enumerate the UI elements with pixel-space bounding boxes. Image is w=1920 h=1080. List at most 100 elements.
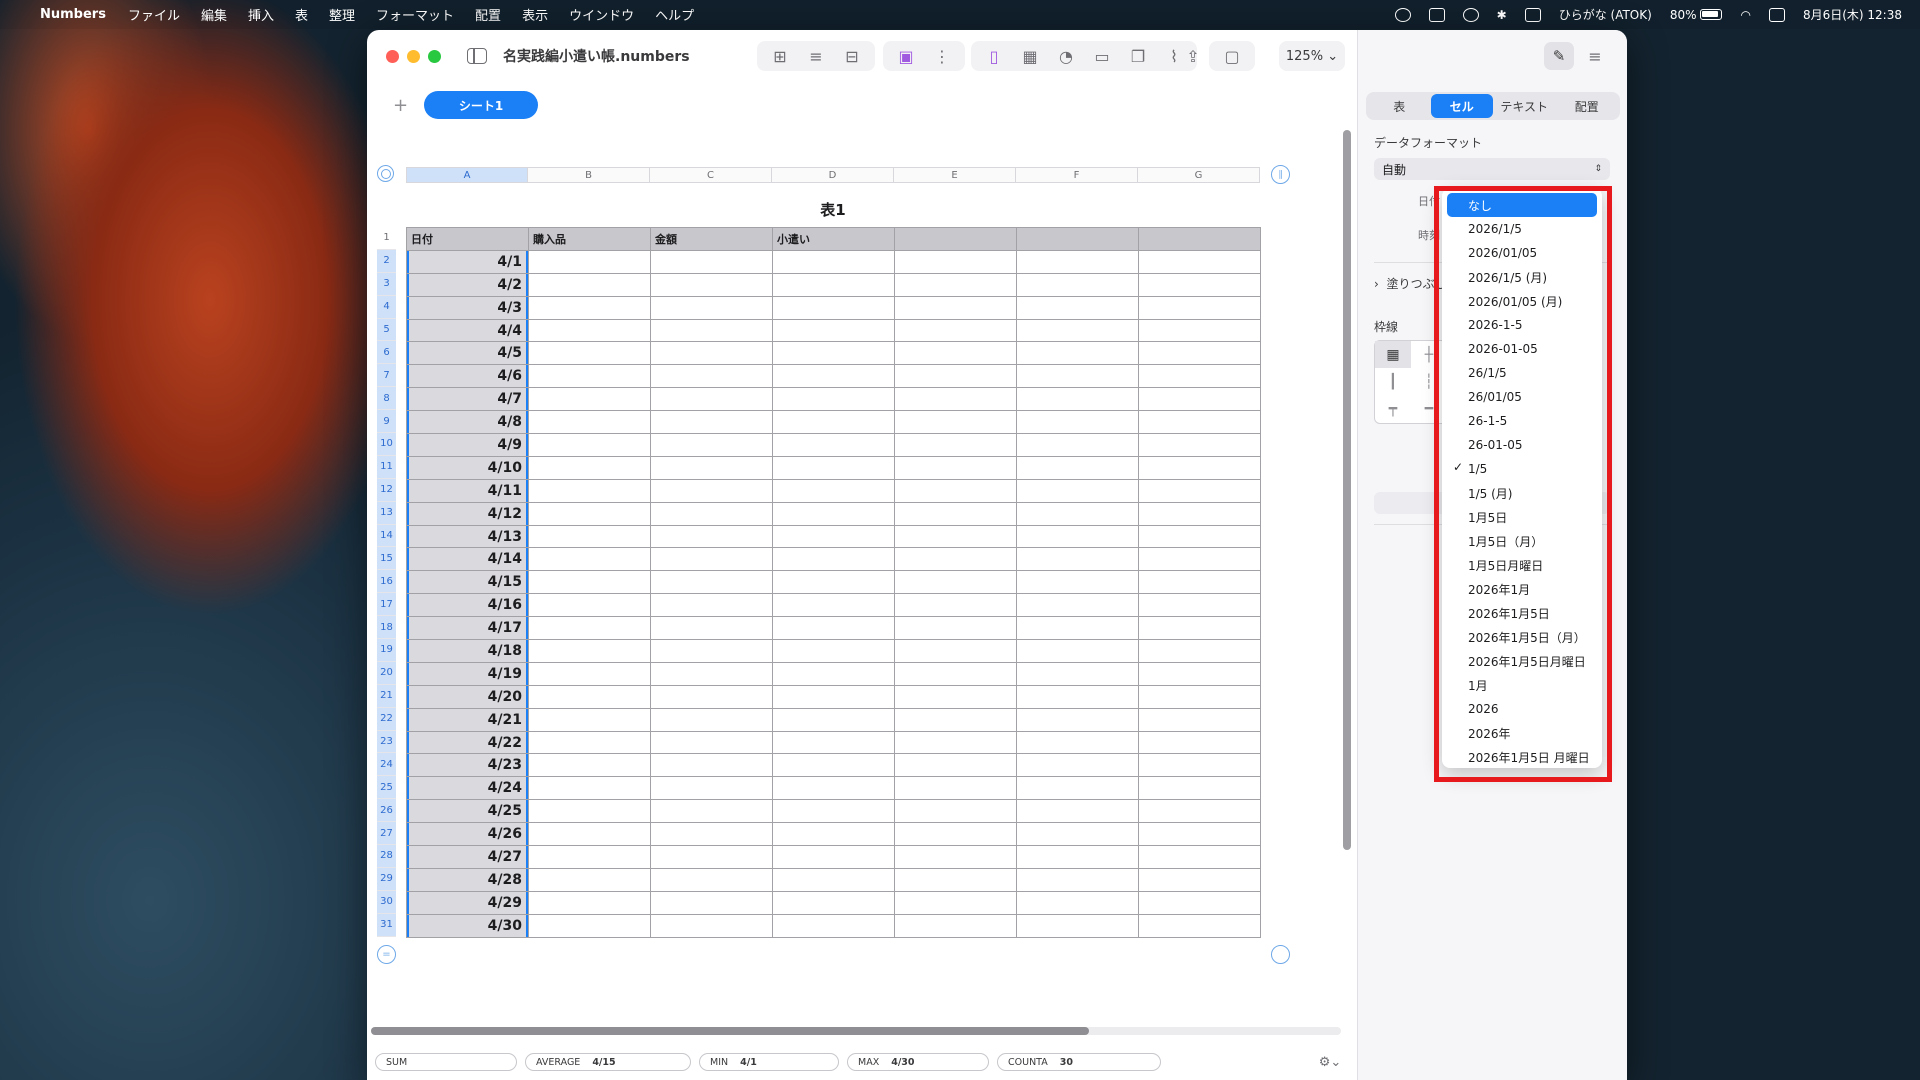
table-cell[interactable] xyxy=(772,890,895,915)
add-column-handle-icon[interactable]: ∥ xyxy=(1271,165,1290,184)
date-cell[interactable]: 4/19 xyxy=(406,661,529,686)
table-cell[interactable] xyxy=(894,547,1017,572)
date-cell[interactable]: 4/28 xyxy=(406,867,529,892)
table-cell[interactable] xyxy=(1138,364,1261,389)
table-cell[interactable] xyxy=(894,684,1017,709)
table-cell[interactable] xyxy=(528,501,651,526)
row-header[interactable]: 20 xyxy=(377,661,396,685)
table-cell[interactable] xyxy=(528,730,651,755)
row-header[interactable]: 12 xyxy=(377,478,396,502)
table-cell[interactable] xyxy=(1016,684,1139,709)
time-machine-icon[interactable] xyxy=(1462,7,1479,22)
table-cell[interactable] xyxy=(772,410,895,435)
row-header[interactable]: 22 xyxy=(377,707,396,731)
row-header[interactable]: 13 xyxy=(377,501,396,525)
table-cell[interactable] xyxy=(528,272,651,297)
table-cell[interactable] xyxy=(894,318,1017,343)
date-cell[interactable]: 4/12 xyxy=(406,501,529,526)
header-cell[interactable] xyxy=(1016,227,1139,251)
row-header[interactable]: 14 xyxy=(377,524,396,548)
table-cell[interactable] xyxy=(528,799,651,824)
table-cell[interactable] xyxy=(894,433,1017,457)
table-cell[interactable] xyxy=(650,318,773,343)
table-cell[interactable] xyxy=(528,753,651,778)
table-icon[interactable]: ▦ xyxy=(1015,44,1045,68)
date-cell[interactable]: 4/1 xyxy=(406,249,529,274)
table-cell[interactable] xyxy=(650,364,773,389)
row-header[interactable]: 19 xyxy=(377,639,396,662)
date-cell[interactable]: 4/25 xyxy=(406,799,529,824)
input-method-icon[interactable] xyxy=(1524,7,1541,22)
table-cell[interactable] xyxy=(528,639,651,663)
table-cell[interactable] xyxy=(894,913,1017,938)
close-button[interactable] xyxy=(386,49,399,63)
row-header[interactable]: 30 xyxy=(377,890,396,914)
table-cell[interactable] xyxy=(894,639,1017,663)
tab-text[interactable]: テキスト xyxy=(1493,94,1556,118)
table-cell[interactable] xyxy=(772,661,895,686)
date-cell[interactable]: 4/24 xyxy=(406,776,529,801)
table-cell[interactable] xyxy=(1138,707,1261,732)
column-header-e[interactable]: E xyxy=(894,167,1016,183)
row-header[interactable]: 24 xyxy=(377,753,396,777)
table-cell[interactable] xyxy=(650,570,773,595)
table-title[interactable]: 表1 xyxy=(406,199,1260,220)
wifi-icon[interactable]: ◠ xyxy=(1740,8,1750,22)
table-cell[interactable] xyxy=(894,478,1017,503)
row-header[interactable]: 3 xyxy=(377,272,396,296)
table-cell[interactable] xyxy=(650,890,773,915)
table-cell[interactable] xyxy=(1016,890,1139,915)
table-cell[interactable] xyxy=(1016,661,1139,686)
zoom-select[interactable]: 125% ⌄ xyxy=(1279,41,1345,71)
menu-window[interactable]: ウインドウ xyxy=(569,5,634,24)
stat-sum[interactable]: SUM xyxy=(375,1053,517,1071)
table-cell[interactable] xyxy=(1138,341,1261,366)
table-cell[interactable] xyxy=(894,730,1017,755)
border-all-icon[interactable]: ▦ xyxy=(1375,341,1411,369)
table-cell[interactable] xyxy=(1138,845,1261,869)
table-cell[interactable] xyxy=(1016,272,1139,297)
row-header[interactable]: 6 xyxy=(377,341,396,365)
table-cell[interactable] xyxy=(528,890,651,915)
table-cell[interactable] xyxy=(650,730,773,755)
date-cell[interactable]: 4/15 xyxy=(406,570,529,595)
table-cell[interactable] xyxy=(1016,341,1139,366)
table-cell[interactable] xyxy=(1016,822,1139,847)
menu-app-name[interactable]: Numbers xyxy=(40,7,106,22)
table-cell[interactable] xyxy=(772,822,895,847)
table-cell[interactable] xyxy=(650,639,773,663)
table-cell[interactable] xyxy=(1016,501,1139,526)
table-cell[interactable] xyxy=(772,593,895,618)
table-cell[interactable] xyxy=(528,661,651,686)
stat-max[interactable]: MAX 4/30 xyxy=(847,1053,989,1071)
menu-view[interactable]: 表示 xyxy=(522,5,548,24)
horizontal-scrollbar[interactable] xyxy=(371,1027,1089,1035)
table-cell[interactable] xyxy=(1016,547,1139,572)
tab-cell[interactable]: セル xyxy=(1430,94,1493,118)
table-cell[interactable] xyxy=(650,272,773,297)
table-cell[interactable] xyxy=(650,822,773,847)
table-cell[interactable] xyxy=(528,455,651,480)
table-cell[interactable] xyxy=(1016,799,1139,824)
date-cell[interactable]: 4/21 xyxy=(406,707,529,732)
table-cell[interactable] xyxy=(894,570,1017,595)
date-cell[interactable]: 4/17 xyxy=(406,616,529,641)
table-cell[interactable] xyxy=(894,661,1017,686)
table-cell[interactable] xyxy=(772,272,895,297)
table-cell[interactable] xyxy=(650,707,773,732)
table-cell[interactable] xyxy=(894,295,1017,320)
row-header[interactable]: 23 xyxy=(377,730,396,754)
row-header[interactable]: 4 xyxy=(377,295,396,319)
header-cell[interactable] xyxy=(894,227,1017,251)
table-cell[interactable] xyxy=(1138,272,1261,297)
table-cell[interactable] xyxy=(650,753,773,778)
comment-icon[interactable]: ▢ xyxy=(1217,44,1247,68)
table-cell[interactable] xyxy=(772,318,895,343)
row-header[interactable]: 21 xyxy=(377,684,396,708)
menu-table[interactable]: 表 xyxy=(295,5,308,24)
table-cell[interactable] xyxy=(528,822,651,847)
table-cell[interactable] xyxy=(650,341,773,366)
share-icon[interactable]: ⇪ xyxy=(1178,44,1208,68)
table-cell[interactable] xyxy=(650,661,773,686)
table-cell[interactable] xyxy=(528,478,651,503)
